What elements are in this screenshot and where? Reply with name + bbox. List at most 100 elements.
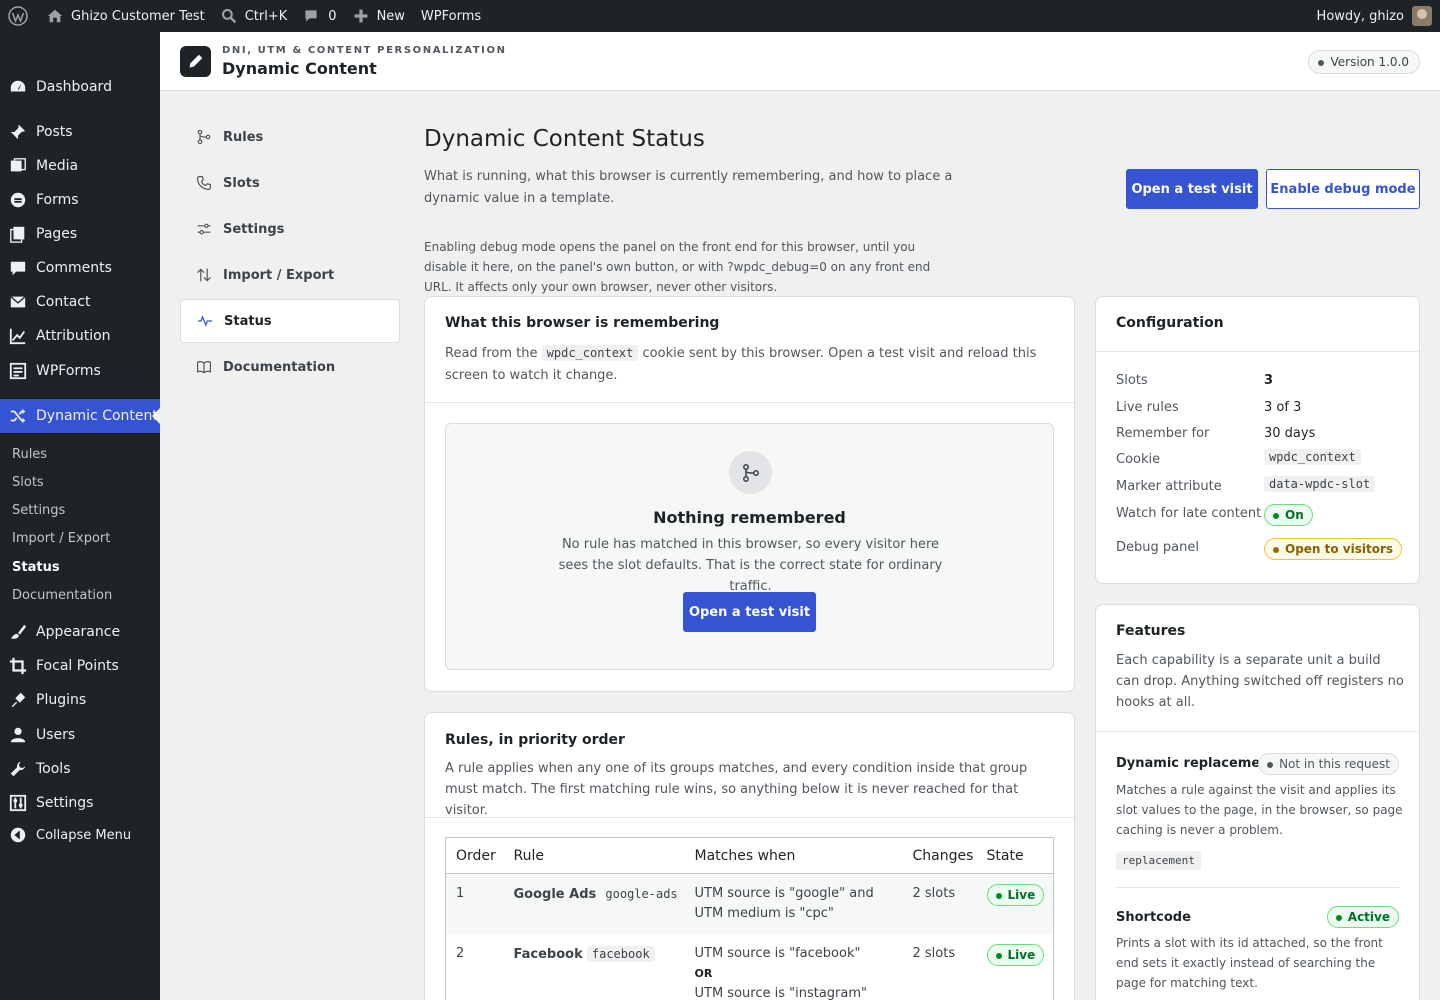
table-header-row: Order Rule Matches when Changes State <box>445 837 1054 874</box>
plugin-eyebrow: DNI, UTM & CONTENT PERSONALIZATION <box>222 45 507 56</box>
empty-open-test-visit-button[interactable]: Open a test visit <box>683 592 816 632</box>
site-name: Ghizo Customer Test <box>71 8 205 24</box>
rule-state-cell: Live <box>977 934 1054 1000</box>
menu-label: Appearance <box>36 624 121 640</box>
table-row[interactable]: 2 Facebook facebook UTM source is "faceb… <box>446 934 1054 1000</box>
column-header: Order <box>445 837 504 874</box>
feature-text: Prints a slot with its id attached, so t… <box>1116 936 1383 990</box>
wrench-icon <box>0 760 36 778</box>
table-row[interactable]: 1 Google Ads google-ads UTM source is "g… <box>445 873 1054 934</box>
status-badge: Live <box>986 944 1045 966</box>
config-label: Live rules <box>1116 400 1179 415</box>
menu-media[interactable]: Media <box>0 149 160 183</box>
nav-slots[interactable]: Slots <box>180 161 400 205</box>
submenu-status[interactable]: Status <box>12 560 60 575</box>
open-test-visit-button[interactable]: Open a test visit <box>1126 169 1258 209</box>
menu-label: Users <box>36 727 76 743</box>
submenu-settings[interactable]: Settings <box>12 503 65 518</box>
nav-label: Status <box>224 313 272 329</box>
config-label: Cookie <box>1116 452 1161 467</box>
menu-plugins[interactable]: Plugins <box>0 683 160 717</box>
rules-table: Order Rule Matches when Changes State 1 … <box>445 837 1054 1000</box>
menu-appearance[interactable]: Appearance <box>0 615 160 649</box>
menu-dashboard[interactable]: Dashboard <box>0 70 160 104</box>
dynamic-content-submenu: Rules Slots Settings Import / Export Sta… <box>0 434 160 616</box>
wpforms-label: WPForms <box>420 8 482 24</box>
menu-collapse[interactable]: Collapse Menu <box>0 818 160 852</box>
feature-text: Matches a rule against the visit and app… <box>1116 783 1403 837</box>
wpforms-link[interactable]: WPForms <box>413 0 489 32</box>
menu-tools[interactable]: Tools <box>0 752 160 786</box>
menu-contact[interactable]: Contact <box>0 285 160 319</box>
menu-focal-points[interactable]: Focal Points <box>0 649 160 683</box>
column-header: Matches when <box>684 837 903 874</box>
remembering-title: What this browser is remembering <box>445 315 720 331</box>
submenu-rules[interactable]: Rules <box>12 447 47 462</box>
rule-name[interactable]: Google Ads <box>514 887 597 902</box>
rule-cell: Google Ads google-ads <box>503 873 685 934</box>
features-title: Features <box>1116 623 1186 639</box>
shuffle-icon <box>0 407 36 425</box>
menu-label: Forms <box>36 192 79 208</box>
search-icon <box>221 9 236 24</box>
status-badge: On <box>1264 504 1313 526</box>
nav-import-export[interactable]: Import / Export <box>180 253 400 297</box>
page-description: What is running, what this browser is cu… <box>424 169 953 206</box>
rule-cell: Facebook facebook <box>504 934 685 1000</box>
config-value: On <box>1264 504 1313 526</box>
menu-attribution[interactable]: Attribution <box>0 319 160 353</box>
rule-name[interactable]: Facebook <box>514 947 583 962</box>
page-title: Dynamic Content Status <box>424 126 705 152</box>
comment-icon <box>305 10 317 22</box>
menu-settings[interactable]: Settings <box>0 786 160 820</box>
config-label: Watch for late content <box>1116 506 1262 521</box>
menu-label: Attribution <box>36 328 111 344</box>
config-value: wpdc_context <box>1264 449 1361 465</box>
comments-count: 0 <box>328 8 337 24</box>
site-name-link[interactable]: Ghizo Customer Test <box>38 0 213 32</box>
menu-wpforms[interactable]: WPForms <box>0 354 160 388</box>
config-value: 30 days <box>1264 426 1316 441</box>
nav-label: Slots <box>223 175 260 191</box>
menu-label: Settings <box>36 795 94 811</box>
menu-posts[interactable]: Posts <box>0 115 160 149</box>
brush-icon <box>0 623 36 641</box>
menu-label: WPForms <box>36 363 101 379</box>
status-badge: Not in this request <box>1258 753 1399 775</box>
rule-slug: google-ads <box>605 887 678 901</box>
rule-changes: 2 slots <box>912 946 956 961</box>
menu-pages[interactable]: Pages <box>0 217 160 251</box>
enable-debug-button[interactable]: Enable debug mode <box>1266 169 1420 209</box>
menu-comments[interactable]: Comments <box>0 251 160 285</box>
divider <box>425 402 1074 403</box>
menu-users[interactable]: Users <box>0 718 160 752</box>
nav-settings[interactable]: Settings <box>180 207 400 251</box>
menu-forms[interactable]: Forms <box>0 183 160 217</box>
submenu-documentation[interactable]: Documentation <box>12 588 112 603</box>
remembering-card: What this browser is remembering Read fr… <box>424 296 1075 692</box>
submenu-import-export[interactable]: Import / Export <box>12 531 110 546</box>
nav-rules[interactable]: Rules <box>180 115 400 159</box>
comments-link[interactable]: 0 <box>295 0 344 32</box>
comment-icon <box>0 259 36 277</box>
divider <box>1116 887 1399 888</box>
marker-attribute: data-wpdc-slot <box>1264 476 1376 492</box>
config-value: 3 of 3 <box>1264 400 1302 415</box>
menu-label: Tools <box>36 761 71 777</box>
nav-label: Rules <box>223 129 264 145</box>
wordpress-logo-icon[interactable] <box>0 0 38 32</box>
dashboard-icon <box>0 78 36 96</box>
nav-status[interactable]: Status <box>180 299 400 343</box>
empty-text: No rule has matched in this browser, so … <box>558 537 943 594</box>
account-menu[interactable]: Howdy, ghizo <box>1317 6 1440 26</box>
status-badge: Live <box>986 884 1045 906</box>
collapse-icon <box>0 826 36 844</box>
column-header: Changes <box>902 837 977 874</box>
submenu-slots[interactable]: Slots <box>12 475 44 490</box>
search-shortcut[interactable]: Ctrl+K <box>213 0 296 32</box>
menu-dynamic-content[interactable]: Dynamic Content <box>0 399 160 433</box>
plus-icon <box>354 9 367 23</box>
new-content-link[interactable]: New <box>345 0 413 32</box>
nav-documentation[interactable]: Documentation <box>180 345 400 389</box>
plugin-title: Dynamic Content <box>222 59 377 78</box>
